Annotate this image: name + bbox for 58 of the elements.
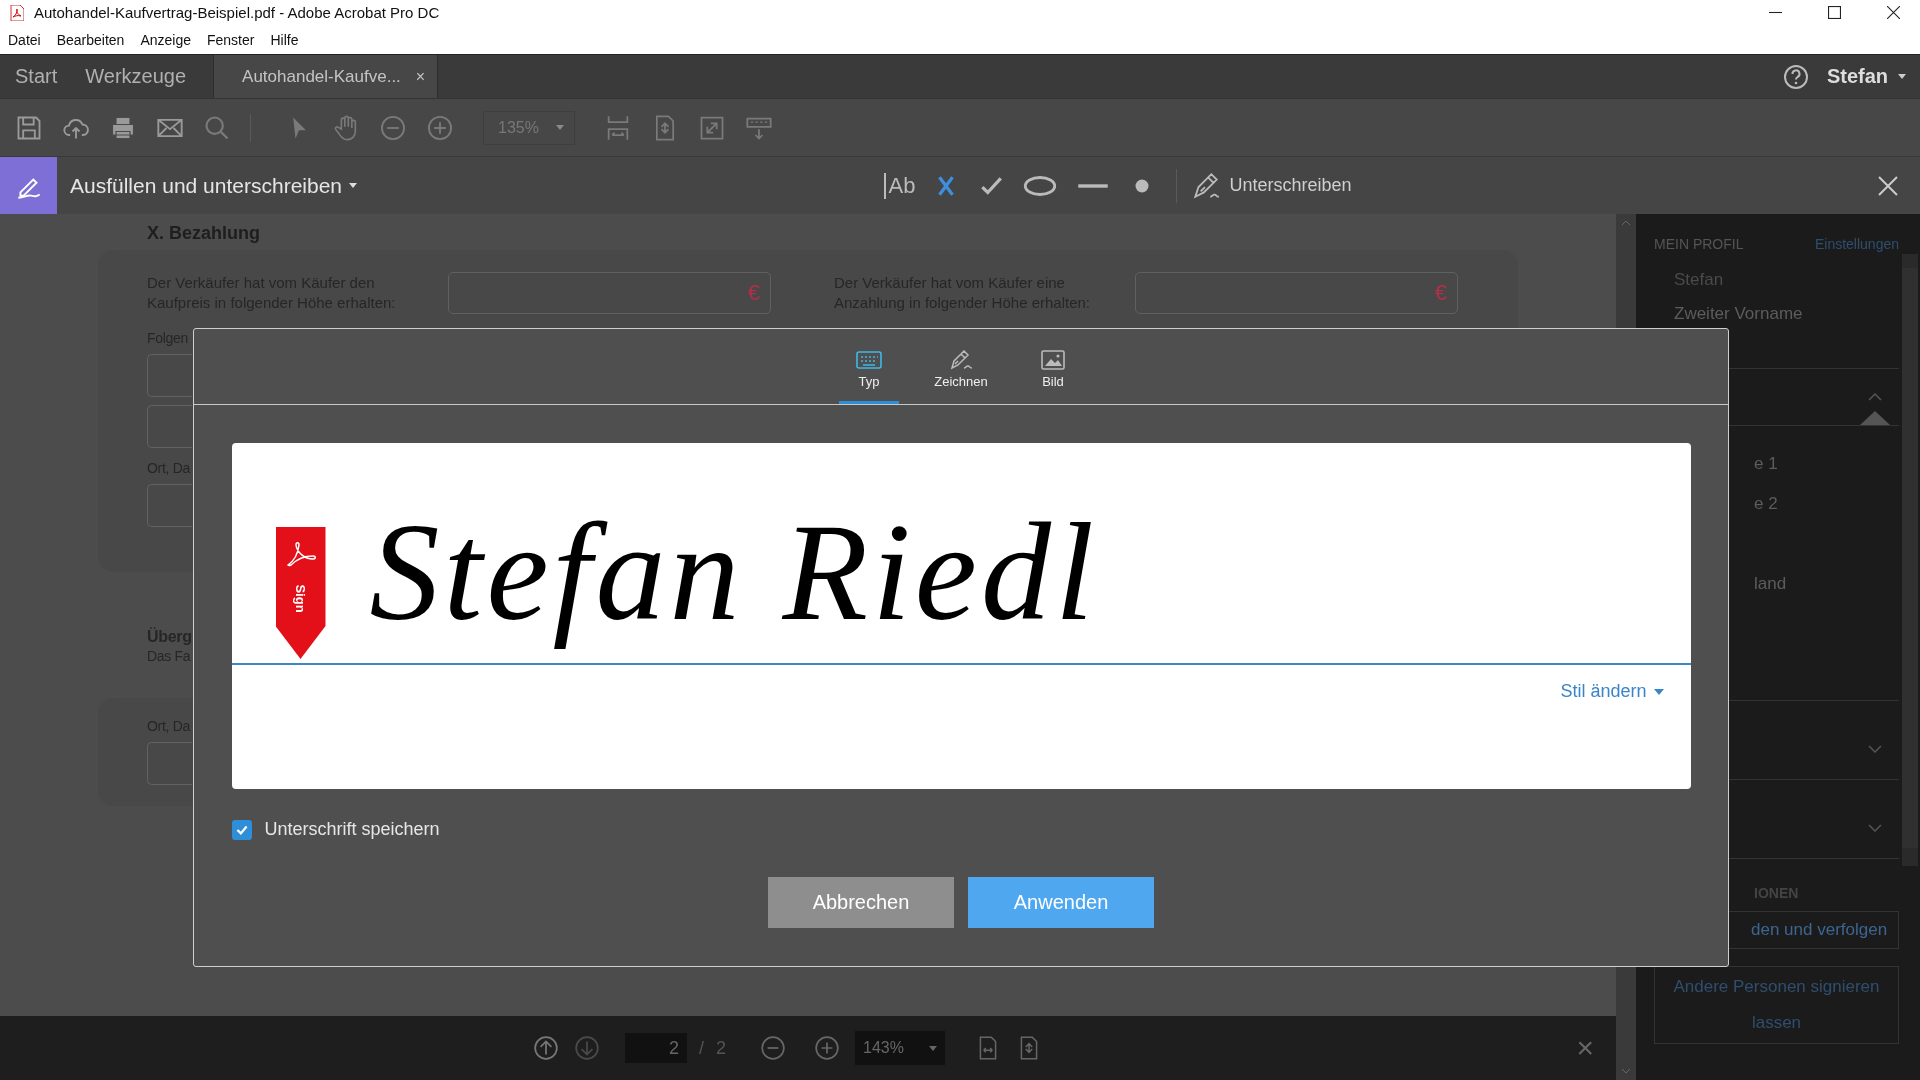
next-page-icon[interactable] — [574, 1035, 600, 1061]
scroll-down-icon[interactable] — [1621, 1068, 1631, 1074]
signature-area[interactable]: Sign Stefan Riedl Stil ändern — [231, 443, 1691, 789]
input-field[interactable] — [147, 742, 192, 785]
panel-title: MEIN PROFIL — [1654, 236, 1744, 252]
close-button[interactable]: × — [1576, 1031, 1594, 1065]
cancel-button[interactable]: Abbrechen — [768, 877, 954, 928]
page-separator: / — [699, 1037, 704, 1059]
window-title: Autohandel-Kaufvertrag-Beispiel.pdf - Adobe Acrobat Pro DC — [34, 4, 440, 21]
acrobat-logo-icon — [285, 541, 316, 569]
triangle-icon — [1860, 411, 1890, 425]
signature-text: Stefan Riedl — [369, 493, 1099, 651]
tool-title[interactable]: Ausfüllen und unterschreiben — [70, 173, 342, 198]
caret-icon[interactable] — [1653, 688, 1664, 695]
sign-button[interactable]: Unterschreiben — [1191, 170, 1352, 201]
zoom-in-icon[interactable] — [426, 113, 454, 142]
keyboard-icon[interactable] — [856, 349, 882, 370]
pen-icon[interactable] — [948, 349, 974, 370]
add-text-tool[interactable]: Ab — [883, 172, 916, 199]
search-icon[interactable] — [203, 113, 231, 142]
caret-icon[interactable] — [1898, 74, 1906, 79]
chevron-up-icon[interactable] — [1868, 393, 1882, 401]
menu-item[interactable]: Fenster — [207, 31, 255, 48]
checkbox-label[interactable]: Unterschrift speichern — [264, 819, 440, 840]
nav-tab[interactable]: Werkzeuge — [71, 55, 201, 98]
user-menu[interactable]: Stefan — [1826, 65, 1888, 88]
menu-item[interactable]: Datei — [8, 31, 41, 48]
fill-sign-tool-icon[interactable] — [0, 157, 57, 214]
input-field[interactable] — [147, 484, 192, 527]
caret-icon[interactable] — [349, 183, 357, 188]
input-field[interactable] — [147, 405, 192, 448]
dialog-tab[interactable]: Zeichnen — [931, 329, 991, 404]
dialog-tab[interactable]: Typ — [839, 329, 899, 404]
menu-item[interactable]: Hilfe — [270, 31, 299, 48]
pdf-file-icon — [10, 4, 24, 21]
menu-item[interactable]: Anzeige — [140, 31, 191, 48]
zoom-in-icon[interactable] — [814, 1035, 841, 1061]
scroll-up-icon[interactable] — [1621, 220, 1631, 226]
help-icon[interactable] — [1782, 63, 1809, 90]
input-field[interactable] — [147, 354, 192, 397]
nav-tab[interactable]: Start — [0, 55, 72, 98]
maximize-icon[interactable] — [1828, 6, 1841, 19]
change-style-link[interactable]: Stil ändern — [1560, 681, 1647, 702]
menu-item[interactable]: Bearbeiten — [56, 31, 125, 48]
zoom-out-icon[interactable] — [379, 113, 407, 142]
zoom-out-icon[interactable] — [760, 1035, 787, 1061]
close-tab-button[interactable]: × — [415, 67, 426, 86]
caret-icon[interactable] — [929, 1045, 938, 1051]
tab-label[interactable]: Autohandel-Kaufve... — [242, 66, 401, 87]
image-icon[interactable] — [1040, 349, 1066, 370]
previous-page-icon[interactable] — [533, 1035, 559, 1061]
zoom-dropdown[interactable]: 143% — [855, 1031, 946, 1065]
badge-label: Sign — [293, 584, 308, 613]
pen-icon[interactable] — [1191, 170, 1222, 201]
dialog-tab[interactable]: Bild — [1023, 329, 1083, 404]
close-icon[interactable] — [1887, 6, 1900, 19]
document-tab[interactable]: Autohandel-Kaufve... × — [213, 55, 439, 98]
page-number-field[interactable]: 2 — [625, 1033, 687, 1063]
